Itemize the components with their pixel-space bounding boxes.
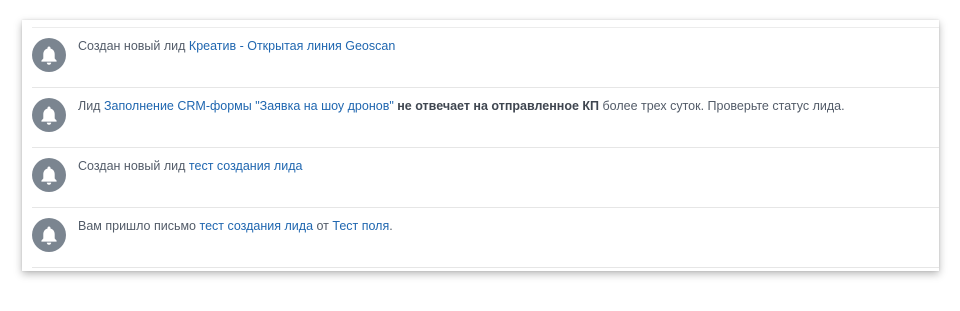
sender-link[interactable]: Тест поля <box>332 219 389 233</box>
notification-text: Создан новый лид Креатив - Открытая лини… <box>78 38 929 54</box>
notification-text: Лид Заполнение CRM-формы "Заявка на шоу … <box>78 98 929 114</box>
notification-item: Создан новый лид тест создания лида <box>32 148 939 208</box>
notification-prefix: Создан новый лид <box>78 159 189 173</box>
bell-icon <box>32 158 66 192</box>
notification-bold-text: не отвечает на отправленное КП <box>393 99 600 113</box>
notification-text: Создан новый лид тест создания лида <box>78 158 929 174</box>
notification-prefix: Создан новый лид <box>78 39 189 53</box>
notification-prefix: Лид <box>78 99 104 113</box>
notification-middle: от <box>313 219 333 233</box>
bell-icon <box>32 98 66 132</box>
notification-item: Создан новый лид Креатив - Открытая лини… <box>32 28 939 88</box>
bell-icon <box>32 38 66 72</box>
lead-link[interactable]: Заполнение CRM-формы "Заявка на шоу дрон… <box>104 99 394 113</box>
lead-link[interactable]: Креатив - Открытая линия Geoscan <box>189 39 395 53</box>
email-link[interactable]: тест создания лида <box>199 219 313 233</box>
notification-text: Вам пришло письмо тест создания лида от … <box>78 218 929 234</box>
lead-link[interactable]: тест создания лида <box>189 159 303 173</box>
notification-item: Лид Заполнение CRM-формы "Заявка на шоу … <box>32 88 939 148</box>
notification-suffix: . <box>389 219 393 233</box>
bell-icon <box>32 218 66 252</box>
notifications-panel: Создан новый лид Креатив - Открытая лини… <box>22 20 939 271</box>
notification-prefix: Вам пришло письмо <box>78 219 200 233</box>
notification-suffix: более трех суток. Проверьте статус лида. <box>599 99 845 113</box>
notification-item: Вам пришло письмо тест создания лида от … <box>32 208 939 268</box>
